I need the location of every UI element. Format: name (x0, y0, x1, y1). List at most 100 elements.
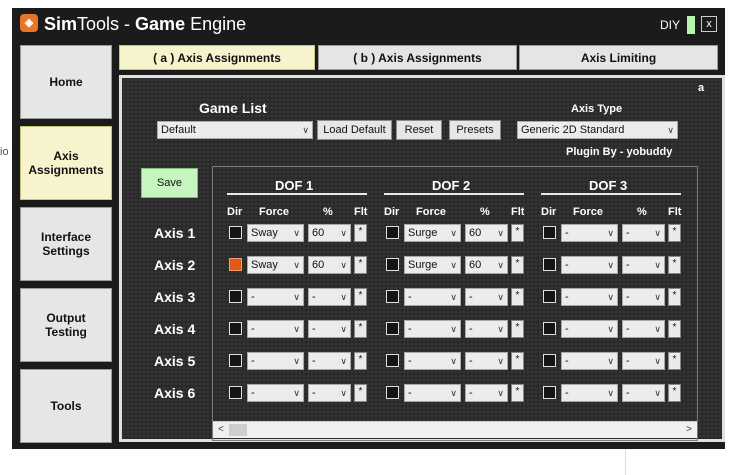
panel-corner-label: a (698, 82, 705, 94)
direction-checkbox[interactable] (386, 386, 399, 399)
load-default-button[interactable]: Load Default (317, 120, 392, 140)
chevron-down-icon: ∨ (654, 228, 661, 238)
scroll-left-arrow[interactable]: < (218, 422, 224, 438)
filter-button[interactable]: * (511, 256, 524, 274)
percent-select[interactable]: - ∨ (622, 288, 665, 306)
direction-checkbox[interactable] (229, 290, 242, 303)
filter-button[interactable]: * (354, 320, 367, 338)
force-select[interactable]: - ∨ (561, 352, 618, 370)
direction-checkbox[interactable] (386, 290, 399, 303)
filter-button[interactable]: * (511, 288, 524, 306)
percent-select[interactable]: 60 ∨ (308, 224, 351, 242)
force-select[interactable]: - ∨ (247, 352, 304, 370)
filter-button[interactable]: * (668, 224, 681, 242)
direction-checkbox[interactable] (543, 386, 556, 399)
percent-value: 60 (312, 227, 325, 239)
direction-checkbox[interactable] (543, 322, 556, 335)
axis-label: Axis 1 (154, 225, 196, 241)
direction-checkbox[interactable] (229, 354, 242, 367)
filter-button[interactable]: * (354, 256, 367, 274)
save-button[interactable]: Save (141, 168, 198, 198)
percent-select[interactable]: - ∨ (308, 352, 351, 370)
percent-select[interactable]: - ∨ (308, 288, 351, 306)
percent-select[interactable]: 60 ∨ (465, 256, 508, 274)
direction-checkbox[interactable] (386, 226, 399, 239)
chevron-down-icon: ∨ (497, 356, 504, 366)
force-select[interactable]: Sway ∨ (247, 224, 304, 242)
percent-value: - (312, 387, 316, 399)
filter-button[interactable]: * (668, 384, 681, 402)
percent-select[interactable]: - ∨ (622, 256, 665, 274)
direction-checkbox[interactable] (229, 322, 242, 335)
percent-value: - (469, 291, 473, 303)
percent-select[interactable]: - ∨ (465, 288, 508, 306)
filter-button[interactable]: * (354, 288, 367, 306)
filter-button[interactable]: * (511, 384, 524, 402)
force-select[interactable]: - ∨ (561, 256, 618, 274)
reset-button[interactable]: Reset (396, 120, 442, 140)
direction-checkbox[interactable] (543, 258, 556, 271)
dof-column-force: Force (259, 206, 289, 218)
filter-button[interactable]: * (668, 320, 681, 338)
direction-checkbox[interactable] (229, 226, 242, 239)
percent-select[interactable]: - ∨ (622, 224, 665, 242)
dof-column-pct: % (637, 206, 647, 218)
percent-select[interactable]: - ∨ (622, 320, 665, 338)
filter-button[interactable]: * (511, 352, 524, 370)
force-select[interactable]: - ∨ (247, 288, 304, 306)
percent-select[interactable]: 60 ∨ (465, 224, 508, 242)
scroll-right-arrow[interactable]: > (686, 422, 692, 438)
percent-select[interactable]: - ∨ (465, 320, 508, 338)
filter-button[interactable]: * (668, 288, 681, 306)
chevron-down-icon: ∨ (667, 125, 674, 135)
direction-checkbox[interactable] (543, 354, 556, 367)
filter-button[interactable]: * (354, 384, 367, 402)
filter-button[interactable]: * (354, 224, 367, 242)
chevron-down-icon: ∨ (293, 388, 300, 398)
chevron-down-icon: ∨ (293, 228, 300, 238)
percent-select[interactable]: - ∨ (308, 384, 351, 402)
percent-value: - (626, 259, 630, 271)
percent-select[interactable]: - ∨ (622, 352, 665, 370)
game-list-value: Default (161, 124, 196, 136)
filter-button[interactable]: * (511, 224, 524, 242)
percent-select[interactable]: - ∨ (465, 352, 508, 370)
filter-button[interactable]: * (511, 320, 524, 338)
direction-checkbox[interactable] (229, 386, 242, 399)
filter-button[interactable]: * (668, 256, 681, 274)
presets-button[interactable]: Presets (449, 120, 501, 140)
force-select[interactable]: - ∨ (247, 320, 304, 338)
chevron-down-icon: ∨ (340, 324, 347, 334)
chevron-down-icon: ∨ (340, 260, 347, 270)
axis-type-select[interactable]: Generic 2D Standard ∨ (517, 121, 678, 139)
direction-checkbox[interactable] (386, 258, 399, 271)
force-select[interactable]: - ∨ (247, 384, 304, 402)
direction-checkbox[interactable] (386, 322, 399, 335)
scroll-thumb[interactable] (229, 424, 247, 436)
direction-checkbox[interactable] (386, 354, 399, 367)
force-select[interactable]: - ∨ (404, 288, 461, 306)
direction-checkbox[interactable] (543, 226, 556, 239)
force-select[interactable]: Sway ∨ (247, 256, 304, 274)
percent-select[interactable]: - ∨ (622, 384, 665, 402)
percent-select[interactable]: 60 ∨ (308, 256, 351, 274)
force-select[interactable]: - ∨ (561, 320, 618, 338)
filter-button[interactable]: * (354, 352, 367, 370)
game-list-select[interactable]: Default ∨ (157, 121, 313, 139)
direction-checkbox[interactable] (229, 258, 242, 271)
force-select[interactable]: Surge ∨ (404, 224, 461, 242)
force-select[interactable]: Surge ∨ (404, 256, 461, 274)
force-select[interactable]: - ∨ (404, 352, 461, 370)
horizontal-scrollbar[interactable]: < > (213, 421, 697, 438)
percent-value: - (469, 355, 473, 367)
filter-button[interactable]: * (668, 352, 681, 370)
force-select[interactable]: - ∨ (561, 288, 618, 306)
force-select[interactable]: - ∨ (404, 384, 461, 402)
force-select[interactable]: - ∨ (561, 384, 618, 402)
dof-title: DOF 1 (275, 178, 314, 193)
percent-select[interactable]: - ∨ (465, 384, 508, 402)
percent-select[interactable]: - ∨ (308, 320, 351, 338)
force-select[interactable]: - ∨ (561, 224, 618, 242)
direction-checkbox[interactable] (543, 290, 556, 303)
force-select[interactable]: - ∨ (404, 320, 461, 338)
